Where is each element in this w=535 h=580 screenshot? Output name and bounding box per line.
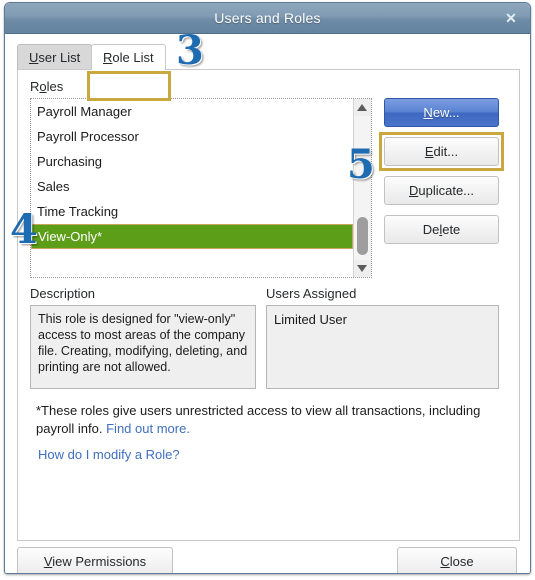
description-label: Description [30,286,96,301]
roles-list-box[interactable]: Payroll Manager Payroll Processor Purcha… [30,98,372,278]
list-item: Limited User [274,312,347,327]
scroll-down-arrow-icon[interactable] [354,260,371,277]
tab-user-list[interactable]: User List [17,44,93,70]
view-permissions-label: iew Permissions [52,554,147,569]
list-item[interactable]: Time Tracking [31,199,353,224]
users-assigned-label: Users Assigned [266,286,357,301]
close-button-label: lose [449,554,474,569]
tab-role-list-accel: R [103,50,113,65]
list-item[interactable]: Sales [31,174,353,199]
triangle-up-glyph [357,104,367,111]
edit-button-label: dit... [433,144,459,159]
tab-role-list-label: ole List [112,50,154,65]
close-button-accel: C [440,554,450,569]
roles-label-rest: les [46,79,64,94]
close-button[interactable]: Close [397,547,517,573]
tab-role-list[interactable]: Role List [91,44,166,70]
edit-button[interactable]: Edit... [384,137,499,166]
duplicate-button-label: uplicate... [418,183,475,198]
how-do-i-modify-a-role-link[interactable]: How do I modify a Role? [38,447,180,462]
list-item[interactable]: Payroll Processor [31,124,353,149]
dialog-title-bar: Users and Roles ✕ [5,3,530,34]
scroll-up-arrow-icon[interactable] [354,99,371,116]
list-item-selected[interactable]: View-Only* [31,224,353,249]
duplicate-button-accel: D [408,183,419,198]
tab-user-list-label: ser List [38,50,81,65]
duplicate-button[interactable]: Duplicate... [384,176,499,205]
description-text: This role is designed for "view-only" ac… [30,305,256,389]
users-assigned-list: Limited User [266,305,499,389]
delete-button[interactable]: Delete [384,215,499,244]
new-button-label: ew... [432,105,460,120]
roles-list-items: Payroll Manager Payroll Processor Purcha… [31,99,353,277]
scrollbar-thumb[interactable] [357,217,368,255]
delete-button-prefix: De [422,222,440,237]
footnote-body: *These roles give users unrestricted acc… [36,403,481,436]
roles-label-accel: o [39,79,47,94]
role-list-panel: Roles Payroll Manager Payroll Processor … [17,69,520,541]
new-button[interactable]: New... [384,98,499,127]
roles-label: Roles [30,79,64,94]
tab-user-list-accel: U [29,50,39,65]
list-item[interactable]: Purchasing [31,149,353,174]
dialog-title: Users and Roles [214,10,321,26]
triangle-down-glyph [357,265,367,272]
users-and-roles-dialog: Users and Roles ✕ User List Role List Ro… [4,2,531,574]
view-permissions-button[interactable]: View Permissions [17,547,173,573]
tab-strip: User List Role List [17,44,517,70]
edit-button-accel: E [424,144,434,159]
close-icon[interactable]: ✕ [498,3,524,33]
dialog-body: User List Role List Roles Payroll Manage… [5,34,530,573]
list-item[interactable]: Payroll Manager [31,99,353,124]
delete-button-label: ete [442,222,461,237]
new-button-accel: N [423,105,433,120]
view-permissions-accel: V [43,554,53,569]
find-out-more-link[interactable]: Find out more. [106,421,190,436]
footnote-text: *These roles give users unrestricted acc… [36,402,496,438]
roles-list-scrollbar[interactable] [353,99,371,277]
